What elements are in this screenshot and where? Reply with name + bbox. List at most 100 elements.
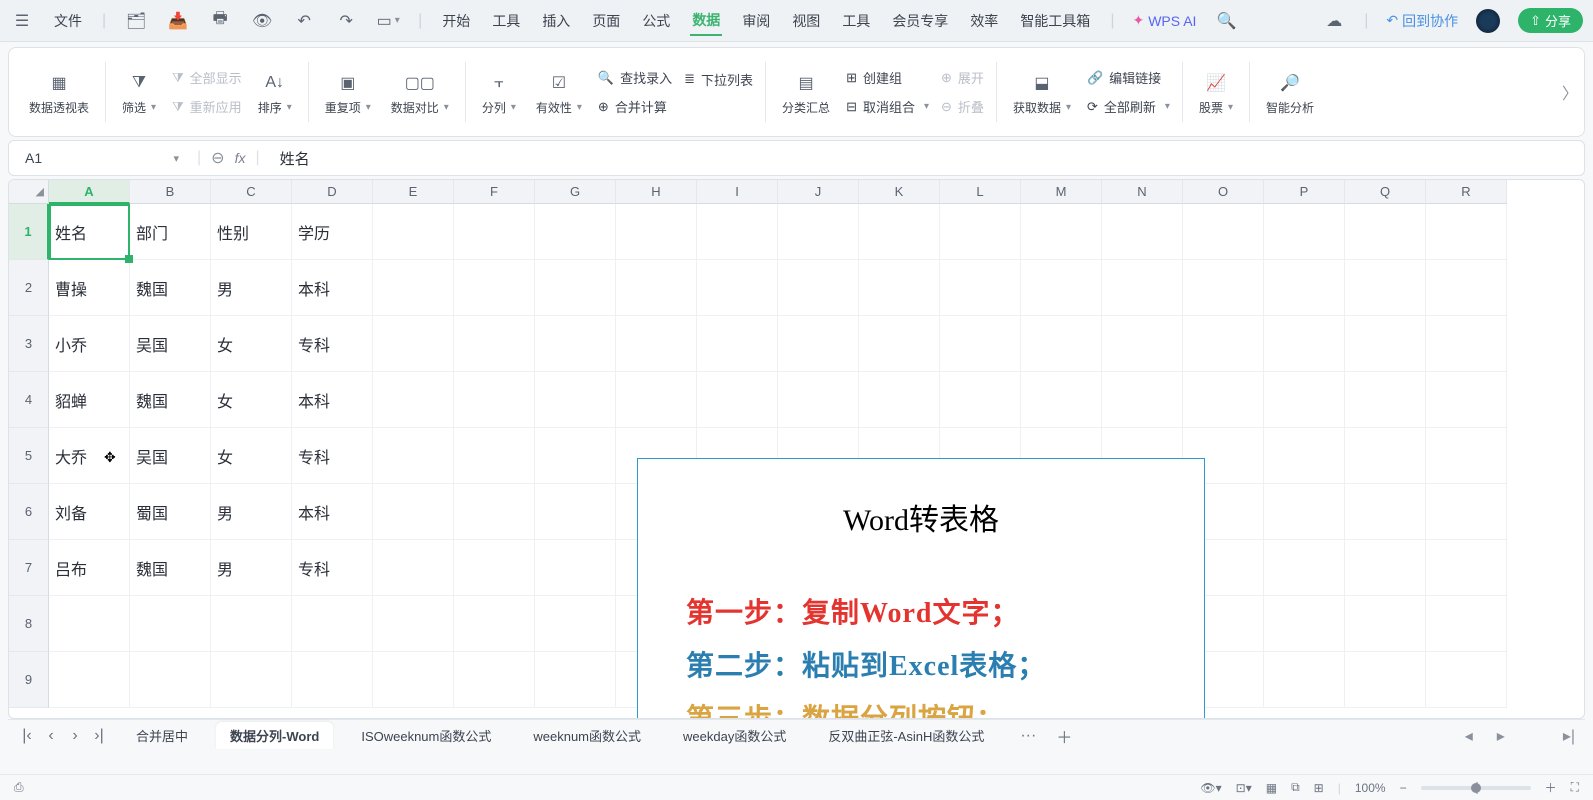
cell-A7[interactable]: 吕布: [49, 540, 130, 596]
row-head-3[interactable]: 3: [9, 316, 49, 372]
cell-B9[interactable]: [130, 652, 211, 708]
cell-C3[interactable]: 女: [211, 316, 292, 372]
cell-D3[interactable]: 专科: [292, 316, 373, 372]
ribbon-dropdown-list[interactable]: ≣下拉列表: [678, 67, 759, 92]
cell-F8[interactable]: [454, 596, 535, 652]
menu-tools2[interactable]: 工具: [840, 7, 872, 35]
menu-page[interactable]: 页面: [590, 7, 622, 35]
cell-K1[interactable]: [859, 204, 940, 260]
formula-input[interactable]: 姓名: [270, 148, 1576, 169]
cell-O2[interactable]: [1183, 260, 1264, 316]
sheet-first-icon[interactable]: |‹: [18, 727, 36, 745]
cell-B2[interactable]: 魏国: [130, 260, 211, 316]
cell-B1[interactable]: 部门: [130, 204, 211, 260]
cell-R6[interactable]: [1426, 484, 1507, 540]
floating-text-box[interactable]: Word转表格 第一步：复制Word文字； 第二步：粘贴到Excel表格； 第三…: [637, 458, 1205, 719]
sheet-tab-1[interactable]: 数据分列-Word: [216, 722, 333, 749]
cell-E1[interactable]: [373, 204, 454, 260]
sheet-prev-icon[interactable]: ‹: [42, 727, 60, 745]
ribbon-subtotal[interactable]: ▤ 分类汇总: [772, 69, 840, 116]
cell-P2[interactable]: [1264, 260, 1345, 316]
cell-E3[interactable]: [373, 316, 454, 372]
cell-A8[interactable]: [49, 596, 130, 652]
menu-efficiency[interactable]: 效率: [968, 7, 1000, 35]
cell-H1[interactable]: [616, 204, 697, 260]
spreadsheet-grid[interactable]: ◢ABCDEFGHIJKLMNOPQR1姓名部门性别学历2曹操魏国男本科3小乔吴…: [8, 179, 1585, 719]
cell-E6[interactable]: [373, 484, 454, 540]
cell-R9[interactable]: [1426, 652, 1507, 708]
cell-N4[interactable]: [1102, 372, 1183, 428]
cell-I3[interactable]: [697, 316, 778, 372]
format-painter-icon[interactable]: ▭: [376, 9, 400, 33]
sheet-tab-0[interactable]: 合并居中: [122, 722, 202, 749]
cell-G6[interactable]: [535, 484, 616, 540]
cell-G5[interactable]: [535, 428, 616, 484]
cell-K4[interactable]: [859, 372, 940, 428]
row-head-9[interactable]: 9: [9, 652, 49, 708]
cell-A6[interactable]: 刘备: [49, 484, 130, 540]
sheet-tab-3[interactable]: weeknum函数公式: [519, 722, 655, 749]
cell-C8[interactable]: [211, 596, 292, 652]
col-head-A[interactable]: A: [49, 180, 130, 204]
menu-vip[interactable]: 会员专享: [890, 7, 950, 35]
cell-A3[interactable]: 小乔: [49, 316, 130, 372]
cell-J1[interactable]: [778, 204, 859, 260]
ribbon-merge-calc[interactable]: ⊕合并计算: [592, 94, 678, 119]
col-head-L[interactable]: L: [940, 180, 1021, 204]
cell-D6[interactable]: 本科: [292, 484, 373, 540]
print-icon[interactable]: 🖶: [208, 9, 232, 33]
col-head-R[interactable]: R: [1426, 180, 1507, 204]
cell-F4[interactable]: [454, 372, 535, 428]
cell-P8[interactable]: [1264, 596, 1345, 652]
cell-P1[interactable]: [1264, 204, 1345, 260]
sheet-more-button[interactable]: ···: [1012, 727, 1044, 745]
hscroll-end-icon[interactable]: ▸|: [1563, 726, 1575, 746]
menu-review[interactable]: 审阅: [740, 7, 772, 35]
fullscreen-icon[interactable]: ⛶: [1571, 780, 1579, 795]
cell-F2[interactable]: [454, 260, 535, 316]
cell-P3[interactable]: [1264, 316, 1345, 372]
sheet-tab-5[interactable]: 反双曲正弦-AsinH函数公式: [814, 722, 998, 749]
cell-R1[interactable]: [1426, 204, 1507, 260]
cell-E2[interactable]: [373, 260, 454, 316]
cell-F5[interactable]: [454, 428, 535, 484]
cell-R4[interactable]: [1426, 372, 1507, 428]
cell-E4[interactable]: [373, 372, 454, 428]
cell-O4[interactable]: [1183, 372, 1264, 428]
name-box[interactable]: A1 ▾: [17, 150, 187, 166]
ribbon-pivot[interactable]: ▦ 数据透视表: [19, 69, 99, 116]
cell-O3[interactable]: [1183, 316, 1264, 372]
cell-J4[interactable]: [778, 372, 859, 428]
menu-view[interactable]: 视图: [790, 7, 822, 35]
cell-M3[interactable]: [1021, 316, 1102, 372]
menu-smartbox[interactable]: 智能工具箱: [1018, 7, 1092, 35]
cell-E7[interactable]: [373, 540, 454, 596]
share-button[interactable]: ⇧ 分享: [1518, 8, 1583, 33]
cell-C2[interactable]: 男: [211, 260, 292, 316]
save-icon[interactable]: 📥: [166, 9, 190, 33]
row-head-7[interactable]: 7: [9, 540, 49, 596]
cell-G2[interactable]: [535, 260, 616, 316]
row-head-1[interactable]: 1: [9, 204, 49, 260]
cloud-icon[interactable]: ☁: [1322, 9, 1346, 33]
cell-F9[interactable]: [454, 652, 535, 708]
wps-ai-button[interactable]: ✦WPS AI: [1132, 12, 1196, 29]
zoom-out-icon[interactable]: ⊖: [211, 148, 224, 168]
row-head-5[interactable]: 5: [9, 428, 49, 484]
cell-E5[interactable]: [373, 428, 454, 484]
cell-J2[interactable]: [778, 260, 859, 316]
cell-P4[interactable]: [1264, 372, 1345, 428]
cell-D7[interactable]: 专科: [292, 540, 373, 596]
selection-handle[interactable]: [125, 255, 133, 263]
cell-E9[interactable]: [373, 652, 454, 708]
status-left-icon[interactable]: ⎙: [14, 780, 24, 795]
cell-G8[interactable]: [535, 596, 616, 652]
col-head-E[interactable]: E: [373, 180, 454, 204]
cell-Q4[interactable]: [1345, 372, 1426, 428]
preview-icon[interactable]: 👁: [250, 9, 274, 33]
ribbon-ungroup[interactable]: ⊟取消组合: [840, 94, 935, 119]
ribbon-dedup[interactable]: ▣ 重复项: [315, 69, 381, 116]
cell-Q3[interactable]: [1345, 316, 1426, 372]
cell-L3[interactable]: [940, 316, 1021, 372]
cell-A9[interactable]: [49, 652, 130, 708]
